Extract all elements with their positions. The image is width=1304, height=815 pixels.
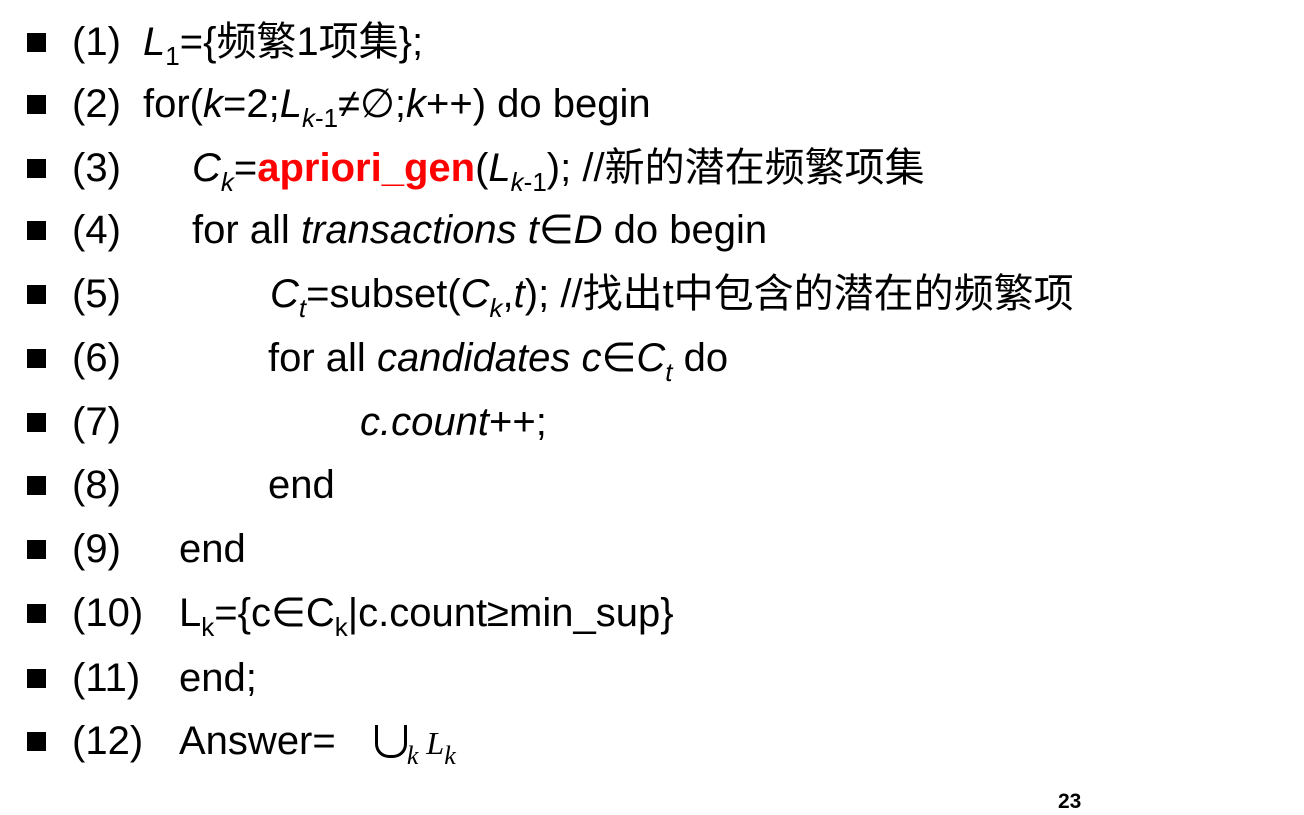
line-number: (5): [72, 272, 121, 316]
line-number: (2): [72, 82, 121, 126]
code-text: end: [179, 527, 246, 571]
bullet-square-icon: [27, 33, 46, 52]
bullet-square-icon: [27, 732, 46, 751]
bullet-square-icon: [27, 349, 46, 368]
bullet-square-icon: [27, 476, 46, 495]
line-number: (8): [72, 463, 121, 507]
bullet-square-icon: [27, 413, 46, 432]
line-number: (6): [72, 336, 121, 380]
bullet-square-icon: [27, 95, 46, 114]
code-text: c.count++;: [360, 400, 547, 444]
code-text: for(k=2;Lk-1≠∅;k++) do begin: [143, 82, 651, 133]
line-number: (4): [72, 208, 121, 252]
line-number: (12): [72, 719, 144, 763]
code-text: Lk={c∈Ck|c.count≥min_sup}: [179, 591, 674, 642]
bullet-square-icon: [27, 221, 46, 240]
line-number: (9): [72, 527, 121, 571]
code-text: for all candidates c∈Ct do: [268, 336, 729, 387]
union-icon: [374, 725, 407, 758]
bullet-square-icon: [27, 604, 46, 623]
code-text: end;: [179, 656, 257, 700]
bullet-square-icon: [27, 669, 46, 688]
code-text: Ct=subset(Ck,t); //找出t中包含的潜在的频繁项: [270, 272, 1074, 323]
bullet-square-icon: [27, 159, 46, 178]
bullet-square-icon: [27, 540, 46, 559]
code-text: Ck=apriori_gen(Lk-1); //新的潜在频繁项集: [192, 146, 925, 197]
line-number: (3): [72, 146, 121, 190]
code-text: end: [268, 463, 335, 507]
line-number: (7): [72, 400, 121, 444]
code-text: Answer= k Lk: [179, 719, 456, 770]
line-number: (11): [72, 656, 141, 700]
line-number: (1): [72, 20, 121, 64]
code-text: for all transactions t∈D do begin: [192, 208, 768, 252]
code-text: L1={频繁1项集};: [143, 20, 424, 71]
line-number: (10): [72, 591, 144, 635]
bullet-square-icon: [27, 285, 46, 304]
page-number: 23: [1058, 790, 1082, 813]
apriori-gen-function: apriori_gen: [257, 146, 476, 190]
